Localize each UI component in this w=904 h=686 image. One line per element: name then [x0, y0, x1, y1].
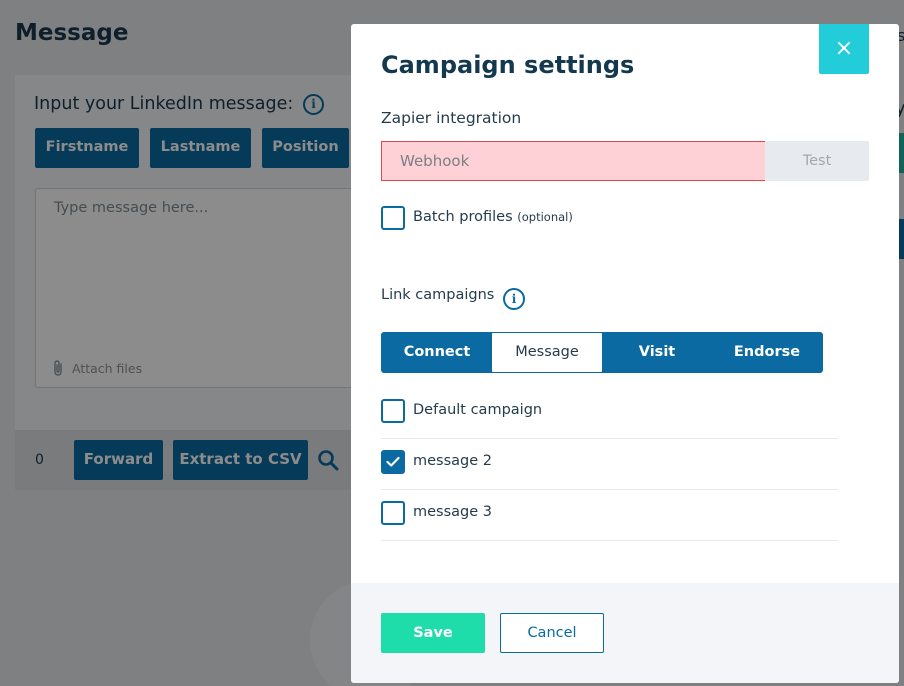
- campaign-type-tabs: Connect Message Visit Endorse: [381, 332, 823, 373]
- test-button[interactable]: Test: [765, 141, 869, 181]
- campaign-label: Default campaign: [413, 402, 543, 418]
- modal-footer: Save Cancel: [351, 583, 899, 683]
- row-divider: [381, 438, 838, 439]
- campaign-checkbox[interactable]: [381, 399, 405, 423]
- close-icon: ×: [834, 36, 854, 61]
- tab-connect[interactable]: Connect: [382, 333, 492, 372]
- row-divider: [381, 489, 838, 490]
- zapier-label: Zapier integration: [381, 109, 522, 127]
- cancel-button[interactable]: Cancel: [500, 613, 604, 653]
- tab-visit[interactable]: Visit: [602, 333, 712, 372]
- modal-title: Campaign settings: [381, 51, 635, 79]
- campaign-label: message 2: [413, 453, 492, 469]
- batch-profiles-label: Batch profiles (optional): [413, 209, 573, 225]
- batch-profiles-text: Batch profiles: [413, 209, 513, 225]
- campaign-settings-modal: × Campaign settings Zapier integration T…: [351, 24, 899, 683]
- info-icon[interactable]: i: [503, 288, 525, 310]
- close-button[interactable]: ×: [819, 24, 869, 74]
- campaign-label: message 3: [413, 504, 492, 520]
- batch-profiles-checkbox[interactable]: [381, 206, 405, 230]
- campaign-checkbox[interactable]: [381, 450, 405, 474]
- link-campaigns-label: Link campaigns: [381, 287, 495, 303]
- checkmark-icon: [386, 456, 400, 467]
- campaign-checkbox[interactable]: [381, 501, 405, 525]
- row-divider: [381, 540, 838, 541]
- webhook-input[interactable]: [381, 141, 765, 181]
- optional-hint: (optional): [517, 210, 573, 224]
- tab-endorse[interactable]: Endorse: [712, 333, 822, 372]
- tab-message[interactable]: Message: [492, 333, 602, 372]
- save-button[interactable]: Save: [381, 613, 485, 653]
